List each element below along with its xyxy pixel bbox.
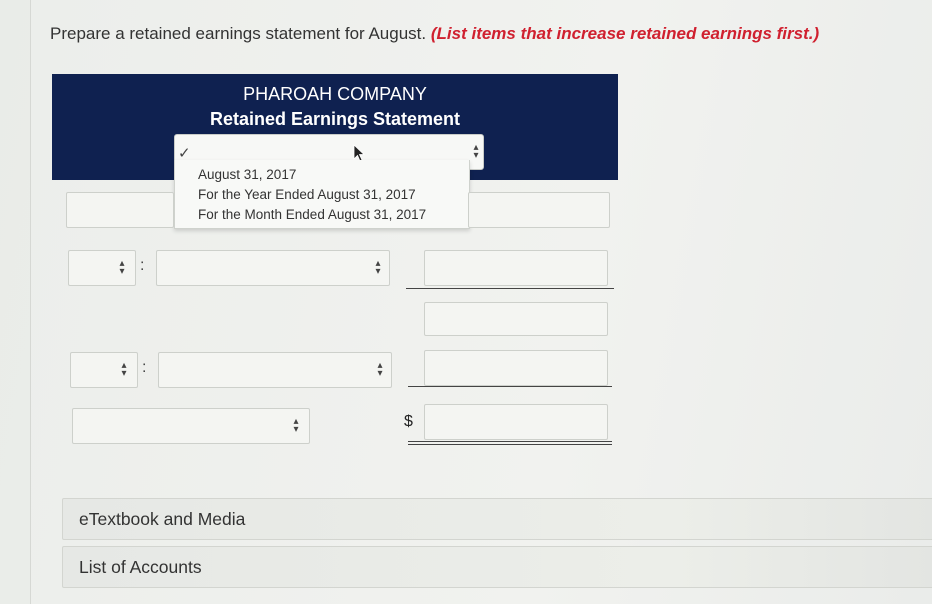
account-select[interactable]: ▴ ▾ (72, 408, 310, 444)
select-arrows-icon: ▴ ▾ (377, 360, 383, 379)
dollar-sign: $ (404, 413, 413, 430)
select-arrows-icon: ▴ ▾ (119, 258, 125, 277)
etextbook-label: eTextbook and Media (79, 509, 246, 529)
account-select[interactable]: ▴ ▾ (158, 352, 392, 388)
double-underline-top (408, 441, 612, 442)
double-underline-bottom (408, 444, 612, 445)
colon: : (140, 257, 145, 274)
date-dropdown-menu: August 31, 2017 For the Year Ended Augus… (174, 160, 470, 229)
date-option[interactable]: August 31, 2017 (198, 167, 296, 182)
statement-title: Retained Earnings Statement (209, 109, 461, 129)
instructions: Prepare a retained earnings statement fo… (50, 24, 819, 44)
underline (408, 386, 612, 387)
amount-input[interactable] (424, 250, 608, 286)
company-name: PHAROAH COMPANY (243, 84, 427, 104)
colon: : (142, 359, 147, 376)
date-option[interactable]: For the Month Ended August 31, 2017 (198, 207, 426, 222)
amount-input[interactable] (424, 302, 608, 336)
instructions-note: (List items that increase retained earni… (430, 24, 820, 43)
list-of-accounts-link[interactable]: List of Accounts (62, 546, 932, 588)
select-arrows-icon: ▴ ▾ (473, 142, 479, 161)
select-arrows-icon: ▴ ▾ (293, 416, 299, 435)
etextbook-link[interactable]: eTextbook and Media (62, 498, 932, 540)
amount-input[interactable] (424, 404, 608, 440)
select-arrows-icon: ▴ ▾ (375, 258, 381, 277)
accounts-label: List of Accounts (79, 557, 202, 577)
instructions-text: Prepare a retained earnings statement fo… (50, 24, 427, 43)
operator-select[interactable]: ▴ ▾ (70, 352, 138, 388)
operator-select[interactable]: ▴ ▾ (68, 250, 136, 286)
account-select[interactable] (66, 192, 174, 228)
amount-input[interactable] (424, 350, 608, 386)
account-select[interactable]: ▴ ▾ (156, 250, 390, 286)
underline (406, 288, 614, 289)
select-arrows-icon: ▴ ▾ (121, 360, 127, 379)
date-option[interactable]: For the Year Ended August 31, 2017 (198, 187, 416, 202)
amount-input[interactable] (468, 192, 610, 228)
